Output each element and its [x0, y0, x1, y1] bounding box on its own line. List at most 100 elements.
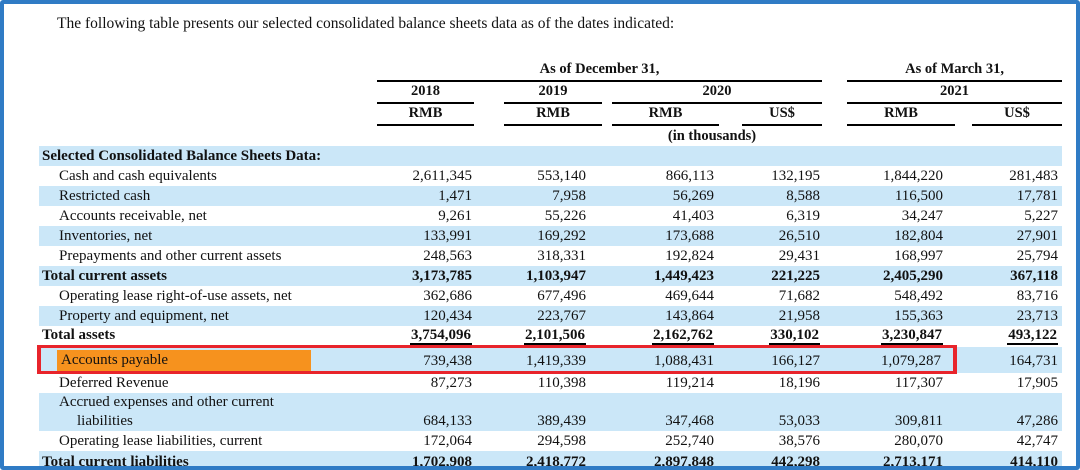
- value-cell: 172,064: [377, 431, 474, 451]
- value-cell: 34,247: [822, 206, 955, 226]
- row-label: Accrued expenses and other current liabi…: [39, 393, 377, 431]
- value-cell: 347,468: [602, 393, 719, 431]
- value-cell: 223,767: [474, 306, 602, 326]
- value-cell: 3,230,847: [822, 326, 955, 347]
- value-cell: 7,958: [474, 186, 602, 206]
- value-cell: 120,434: [377, 306, 474, 326]
- value-cell: 318,331: [474, 246, 602, 266]
- value-cell: 117,307: [822, 373, 955, 394]
- value-cell: 739,438: [377, 347, 474, 373]
- value-cell: 83,716: [955, 286, 1062, 306]
- total-current-assets-row: Total current assets 3,173,785 1,103,947…: [39, 266, 1062, 286]
- value-cell: 29,431: [719, 246, 822, 266]
- value-cell: 41,403: [602, 206, 719, 226]
- value-cell: 56,269: [602, 186, 719, 206]
- value-cell: 2,418,772: [474, 451, 602, 470]
- value-cell: 55,226: [474, 206, 602, 226]
- value-cell: 116,500: [822, 186, 955, 206]
- table-row-accounts-receivable: Accounts receivable, net 9,261 55,226 41…: [39, 206, 1062, 226]
- row-label: Total current assets: [39, 266, 377, 286]
- row-label: Property and equipment, net: [39, 306, 377, 326]
- total-assets-row: Total assets 3,754,096 2,101,506 2,162,7…: [39, 326, 1062, 347]
- value-cell: 281,483: [955, 166, 1062, 186]
- row-label: Operating lease right-of-use assets, net: [39, 286, 377, 306]
- value-cell: 294,598: [474, 431, 602, 451]
- header-year-2021: 2021: [822, 82, 1062, 104]
- header-usd-2021: US$: [955, 104, 1062, 126]
- value-cell: 6,319: [719, 206, 822, 226]
- value-cell: 27,901: [955, 226, 1062, 246]
- year-header-row: 2018 2019 2020 2021: [39, 82, 1062, 104]
- document-title: The following table presents our selecte…: [57, 13, 1076, 34]
- value-cell: 17,905: [955, 373, 1062, 394]
- value-cell: 252,740: [602, 431, 719, 451]
- value-cell: 2,713,171: [822, 451, 955, 470]
- value-cell: 132,195: [719, 166, 822, 186]
- header-rmb-2020: RMB: [602, 104, 719, 126]
- value-cell: 23,713: [955, 306, 1062, 326]
- value-cell: 3,173,785: [377, 266, 474, 286]
- value-cell: 182,804: [822, 226, 955, 246]
- value-cell: 469,644: [602, 286, 719, 306]
- value-cell: 53,033: [719, 393, 822, 431]
- table-row-cash: Cash and cash equivalents 2,611,345 553,…: [39, 166, 1062, 186]
- value-cell: 164,731: [955, 347, 1062, 373]
- value-cell: 1,103,947: [474, 266, 602, 286]
- group-header-row: As of December 31, As of March 31,: [39, 60, 1062, 82]
- row-label: Deferred Revenue: [39, 373, 377, 394]
- value-cell: 367,118: [955, 266, 1062, 286]
- row-label: Operating lease liabilities, current: [39, 431, 377, 451]
- value-cell: 21,958: [719, 306, 822, 326]
- value-cell: 110,398: [474, 373, 602, 394]
- value-cell: 87,273: [377, 373, 474, 394]
- total-current-liabilities-row: Total current liabilities 1,702,908 2,41…: [39, 451, 1062, 470]
- section-header-row: Selected Consolidated Balance Sheets Dat…: [39, 146, 1062, 166]
- units-note-row: (in thousands): [39, 126, 1062, 146]
- table-row-inventories: Inventories, net 133,991 169,292 173,688…: [39, 226, 1062, 246]
- value-cell: 1,088,431: [602, 347, 719, 373]
- row-label: Restricted cash: [39, 186, 377, 206]
- units-note: (in thousands): [602, 126, 822, 146]
- header-rmb-2019: RMB: [474, 104, 602, 126]
- value-cell: 677,496: [474, 286, 602, 306]
- row-label: Cash and cash equivalents: [39, 166, 377, 186]
- value-cell: 2,101,506: [474, 326, 602, 347]
- value-cell: 2,405,290: [822, 266, 955, 286]
- table-row-restricted-cash: Restricted cash 1,471 7,958 56,269 8,588…: [39, 186, 1062, 206]
- value-cell: 38,576: [719, 431, 822, 451]
- table-row-operating-lease-rou: Operating lease right-of-use assets, net…: [39, 286, 1062, 306]
- header-spacer: [39, 60, 377, 82]
- document-frame: The following table presents our selecte…: [0, 0, 1080, 470]
- value-cell: 414,110: [955, 451, 1062, 470]
- table-row-deferred-revenue: Deferred Revenue 87,273 110,398 119,214 …: [39, 373, 1062, 394]
- value-cell: 1,702,908: [377, 451, 474, 470]
- value-cell: 221,225: [719, 266, 822, 286]
- value-cell: 866,113: [602, 166, 719, 186]
- value-cell: 309,811: [822, 393, 955, 431]
- header-as-of-march: As of March 31,: [822, 60, 1062, 82]
- value-cell: 1,449,423: [602, 266, 719, 286]
- accounts-payable-row: Accounts payable 739,438 1,419,339 1,088…: [39, 347, 1062, 373]
- row-label: Total assets: [39, 326, 377, 347]
- table-row-property-equipment: Property and equipment, net 120,434 223,…: [39, 306, 1062, 326]
- value-cell: 119,214: [602, 373, 719, 394]
- value-cell: 133,991: [377, 226, 474, 246]
- value-cell: 5,227: [955, 206, 1062, 226]
- value-cell: 143,864: [602, 306, 719, 326]
- header-rmb-2021: RMB: [822, 104, 955, 126]
- value-cell: 280,070: [822, 431, 955, 451]
- value-cell: 362,686: [377, 286, 474, 306]
- header-usd-2020: US$: [719, 104, 822, 126]
- value-cell: 192,824: [602, 246, 719, 266]
- row-label: Accounts payable: [39, 347, 377, 373]
- value-cell: 1,419,339: [474, 347, 602, 373]
- value-cell: 2,162,762: [602, 326, 719, 347]
- value-cell: 42,747: [955, 431, 1062, 451]
- value-cell: 71,682: [719, 286, 822, 306]
- value-cell: 47,286: [955, 393, 1062, 431]
- value-cell: 173,688: [602, 226, 719, 246]
- value-cell: 553,140: [474, 166, 602, 186]
- value-cell: 18,196: [719, 373, 822, 394]
- header-year-2018: 2018: [377, 82, 474, 104]
- value-cell: 169,292: [474, 226, 602, 246]
